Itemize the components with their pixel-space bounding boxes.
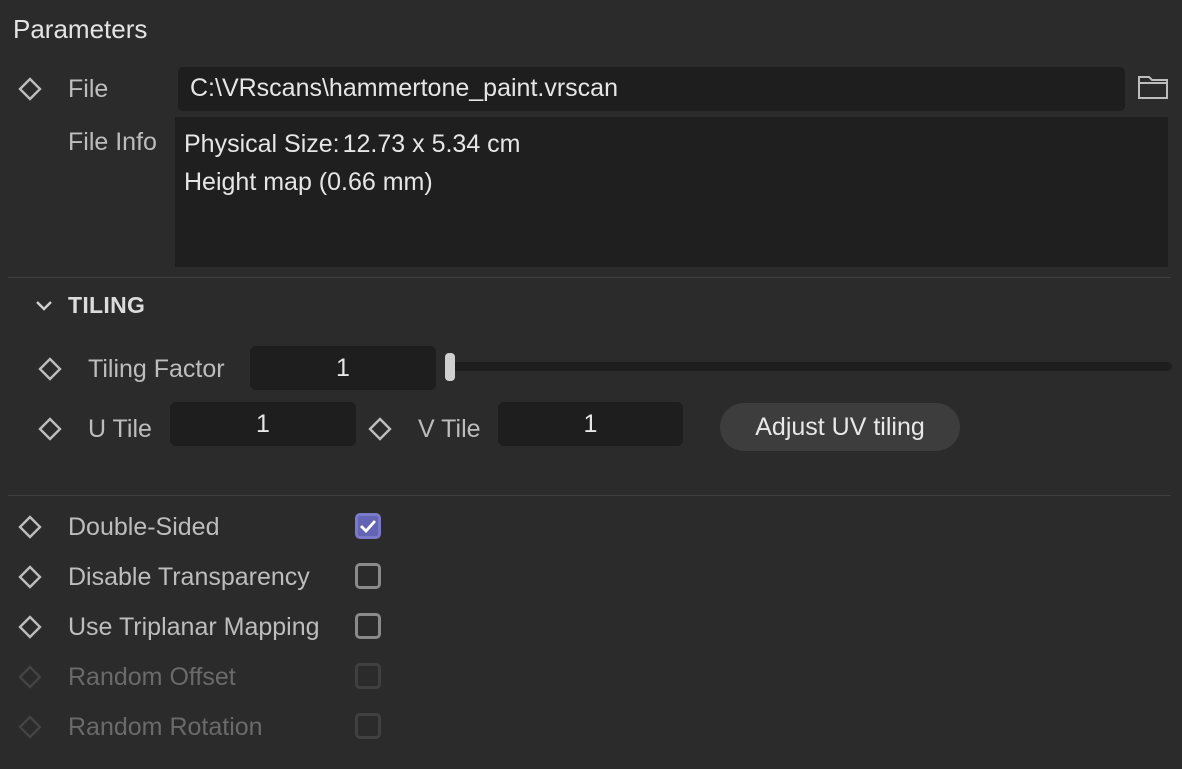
tiling-factor-input[interactable]: 1: [250, 346, 436, 390]
u-tile-label: U Tile: [88, 415, 152, 443]
u-tile-keyframe-icon[interactable]: [35, 414, 65, 444]
file-label: File: [68, 75, 109, 103]
parameters-panel: Parameters File C:\VRscans\hammertone_pa…: [0, 0, 1182, 769]
chevron-down-icon[interactable]: [30, 292, 58, 320]
file-info-label: File Info: [68, 128, 157, 156]
random-rotation-label: Random Rotation: [68, 713, 263, 741]
panel-title: Parameters: [13, 14, 148, 44]
random-rotation-keyframe-icon: [15, 712, 45, 742]
checkmark-icon: [360, 520, 377, 533]
height-map-line: Height map (0.66 mm): [184, 168, 433, 196]
u-tile-input[interactable]: 1: [170, 402, 356, 446]
file-path-field[interactable]: C:\VRscans\hammertone_paint.vrscan: [178, 67, 1125, 111]
triplanar-keyframe-icon[interactable]: [15, 612, 45, 642]
tiling-factor-keyframe-icon[interactable]: [35, 354, 65, 384]
disable-transparency-checkbox[interactable]: [355, 563, 381, 589]
v-tile-label: V Tile: [418, 415, 481, 443]
use-triplanar-mapping-checkbox[interactable]: [355, 613, 381, 639]
physical-size-value: 12.73 x 5.34 cm: [342, 130, 521, 158]
double-sided-keyframe-icon[interactable]: [15, 512, 45, 542]
divider: [8, 277, 1171, 278]
disable-transparency-keyframe-icon[interactable]: [15, 562, 45, 592]
random-offset-keyframe-icon: [15, 662, 45, 692]
adjust-uv-tiling-button[interactable]: Adjust UV tiling: [720, 403, 960, 451]
tiling-factor-slider-handle[interactable]: [445, 353, 455, 381]
disable-transparency-label: Disable Transparency: [68, 563, 310, 591]
physical-size-line: Physical Size: 12.73 x 5.34 cm: [184, 125, 1168, 163]
file-info-box: Physical Size: 12.73 x 5.34 cm Height map…: [175, 117, 1168, 267]
use-triplanar-mapping-label: Use Triplanar Mapping: [68, 613, 320, 641]
tiling-factor-label: Tiling Factor: [88, 355, 225, 383]
random-rotation-checkbox: [355, 713, 381, 739]
file-keyframe-icon[interactable]: [15, 74, 45, 104]
tiling-section-title[interactable]: TILING: [68, 292, 145, 319]
random-offset-checkbox: [355, 663, 381, 689]
tiling-factor-slider-track[interactable]: [446, 362, 1172, 371]
random-offset-label: Random Offset: [68, 663, 236, 691]
double-sided-label: Double-Sided: [68, 513, 220, 541]
divider: [8, 495, 1171, 496]
physical-size-key: Physical Size:: [184, 130, 340, 158]
double-sided-checkbox[interactable]: [355, 513, 381, 539]
v-tile-keyframe-icon[interactable]: [365, 414, 395, 444]
folder-icon[interactable]: [1136, 70, 1170, 104]
v-tile-input[interactable]: 1: [498, 402, 683, 446]
